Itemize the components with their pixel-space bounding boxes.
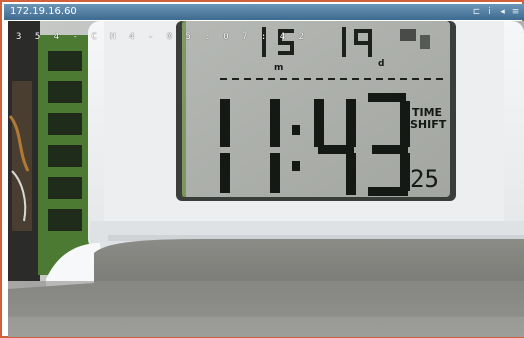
titlebar-icon-group: ⊏ i ◂ ≡: [472, 6, 520, 18]
viewer-titlebar: 172.19.16.60 ⊏ i ◂ ≡: [4, 4, 524, 20]
lcd-label-time: TIME: [412, 106, 443, 119]
video-frame-image: [8, 21, 524, 337]
info-icon[interactable]: i: [485, 7, 494, 17]
camera-video-feed[interactable]: 3 5 4 - C H 4 - 0 5 : 0 7 : 4 2 m d TIME…: [8, 21, 524, 337]
camera-ip-label: 172.19.16.60: [10, 6, 77, 17]
lcd-day-suffix: d: [378, 59, 385, 69]
lcd-label-shift: SHIFT: [410, 118, 447, 131]
lcd-seconds: 25: [410, 165, 439, 193]
camera-osd-timestamp: 3 5 4 - C H 4 - 0 5 : 0 7 : 4 2: [16, 32, 308, 42]
fullscreen-icon[interactable]: ⊏: [472, 7, 481, 17]
lcd-month-suffix: m: [274, 63, 284, 73]
audio-icon[interactable]: ◂: [498, 7, 507, 17]
camera-viewer-window: 172.19.16.60 ⊏ i ◂ ≡ 3 5 4 - C H 4 - 0 5…: [0, 0, 524, 338]
settings-icon[interactable]: ≡: [511, 7, 520, 17]
